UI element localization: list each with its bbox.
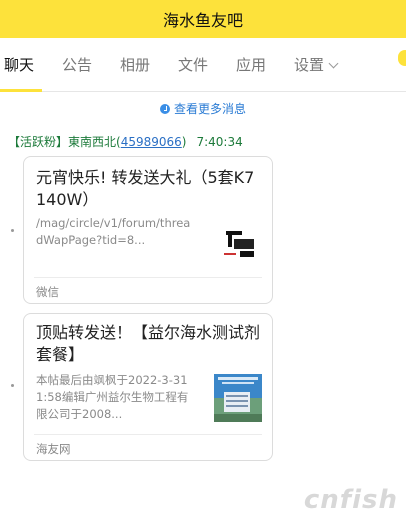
product-thumbnail-icon: [220, 221, 260, 261]
message-sender: 【活跃粉】東南西北(45989066) 7:40:34: [8, 135, 243, 149]
card-title: 元宵快乐! 转发送大礼（5套K7 140W）: [36, 168, 255, 209]
sender-name: 東南西北: [68, 135, 117, 149]
active-tab-indicator: [0, 89, 42, 92]
top-bar: 海水鱼友吧: [0, 0, 406, 38]
tab-announcements[interactable]: 公告: [62, 54, 92, 75]
member-badge: 【活跃粉】: [8, 135, 69, 149]
tab-settings[interactable]: 设置: [294, 54, 339, 75]
group-title: 海水鱼友吧: [162, 11, 243, 30]
share-card[interactable]: 元宵快乐! 转发送大礼（5套K7 140W） /mag/circle/v1/fo…: [23, 156, 273, 304]
tab-album[interactable]: 相册: [120, 54, 150, 75]
share-card[interactable]: 顶贴转发送！【益尔海水测试剂套餐】 本帖最后由飒枫于2022-3-311:58编…: [23, 313, 273, 461]
tab-bar: 聊天 公告 相册 文件 应用 设置: [0, 38, 406, 92]
card-description: 本帖最后由飒枫于2022-3-311:58编辑广州益尔生物工程有限公司于2008…: [36, 373, 189, 421]
card-source: 微信: [36, 285, 59, 299]
card-source: 海友网: [36, 442, 71, 456]
card-divider: [34, 434, 262, 435]
message-time: 7:40:34: [196, 135, 243, 149]
chevron-down-icon: [328, 58, 339, 69]
tab-settings-label: 设置: [294, 56, 325, 74]
tab-apps[interactable]: 应用: [236, 54, 266, 75]
corner-avatar[interactable]: [398, 50, 406, 66]
clock-icon: [159, 104, 170, 114]
message-bullet: [11, 229, 14, 232]
watermark-logo: cnfish: [303, 485, 398, 515]
tab-chat[interactable]: 聊天: [4, 54, 34, 75]
building-thumbnail-icon: [214, 374, 262, 422]
view-more-messages[interactable]: 查看更多消息: [0, 100, 406, 117]
sender-uid[interactable]: 45989066: [121, 135, 182, 149]
card-description: /mag/circle/v1/forum/threadWapPage?tid=8…: [36, 216, 191, 247]
message-bullet: [11, 384, 14, 387]
card-title: 顶贴转发送！【益尔海水测试剂套餐】: [36, 323, 261, 364]
card-divider: [34, 277, 262, 278]
view-more-label: 查看更多消息: [173, 102, 246, 116]
tab-files[interactable]: 文件: [178, 54, 208, 75]
